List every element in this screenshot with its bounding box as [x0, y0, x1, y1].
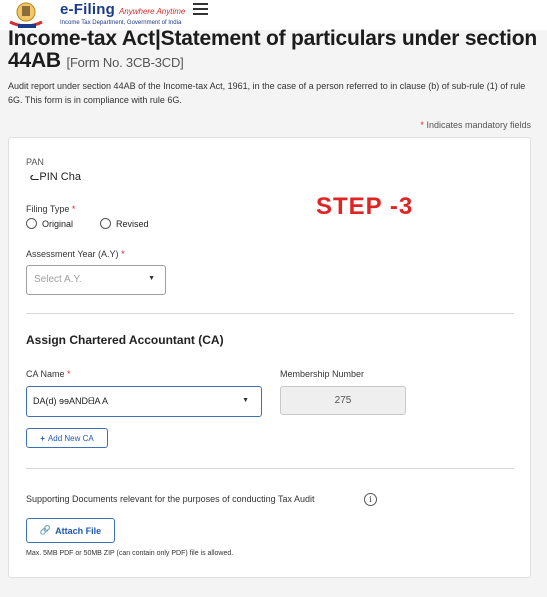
mandatory-star: * — [420, 120, 424, 130]
filing-type-label-text: Filing Type — [26, 204, 70, 214]
add-new-ca-button[interactable]: + Add New CA — [26, 428, 108, 448]
ca-name-select[interactable]: DA(d) ɘɘANDᗺA A ▼ — [26, 386, 262, 417]
pan-value: ᓚPIN Cha — [30, 171, 81, 183]
assessment-year-select[interactable]: Select A.Y. ▼ — [26, 265, 166, 295]
membership-number-field[interactable]: 275 — [280, 386, 406, 415]
assessment-year-label: Assessment Year (A.Y) * — [26, 249, 125, 259]
radio-original[interactable]: Original — [26, 218, 73, 229]
supporting-docs-label: Supporting Documents relevant for the pu… — [26, 494, 315, 504]
page-title: Income-tax Act|Statement of particulars … — [8, 28, 543, 74]
emblem-logo-icon[interactable] — [8, 0, 60, 30]
pan-label: PAN — [26, 157, 44, 167]
plus-icon: + — [40, 433, 45, 443]
radio-revised[interactable]: Revised — [100, 218, 149, 229]
filing-type-label: Filing Type * — [26, 204, 75, 214]
assessment-year-placeholder: Select A.Y. — [34, 274, 82, 285]
membership-number-label: Membership Number — [280, 369, 365, 379]
brand-department: Income Tax Department, Government of Ind… — [60, 20, 182, 26]
radio-circle-icon[interactable] — [26, 218, 37, 229]
required-star: * — [71, 204, 76, 214]
brand-tagline: Anywhere Anytime — [118, 7, 186, 16]
form-number: [Form No. 3CB-3CD] — [66, 55, 184, 70]
caret-down-icon: ▼ — [148, 275, 155, 282]
attach-file-label: Attach File — [55, 525, 102, 536]
required-star: * — [121, 249, 125, 259]
required-star: * — [67, 369, 71, 379]
step-overlay-text: STEP -3 — [316, 193, 414, 220]
radio-original-label: Original — [42, 218, 74, 229]
section-divider — [26, 313, 514, 314]
section-divider — [26, 468, 514, 469]
ca-section-title: Assign Chartered Accountant (CA) — [26, 333, 224, 347]
radio-revised-label: Revised — [116, 218, 149, 229]
info-icon[interactable]: i — [364, 493, 377, 506]
ca-name-label: CA Name * — [26, 369, 71, 379]
hamburger-menu-icon[interactable] — [193, 3, 208, 15]
paperclip-icon: 🔗 — [39, 525, 52, 535]
add-new-ca-label: Add New CA — [47, 433, 94, 443]
ca-name-label-text: CA Name — [26, 369, 65, 379]
assessment-year-label-text: Assessment Year (A.Y) — [26, 249, 119, 259]
page-description: Audit report under section 44AB of the I… — [8, 81, 526, 105]
radio-circle-icon[interactable] — [100, 218, 111, 229]
brand-name: e-Filing — [60, 1, 115, 18]
caret-down-icon: ▼ — [242, 397, 249, 404]
mandatory-note: * Indicates mandatory fields — [420, 120, 531, 130]
top-bar: e-Filing Anywhere Anytime Income Tax Depa… — [0, 0, 547, 30]
mandatory-text: Indicates mandatory fields — [426, 120, 531, 130]
brand-block: e-Filing Anywhere Anytime Income Tax Depa… — [60, 1, 185, 26]
ca-name-value: DA(d) ɘɘANDᗺA A — [33, 396, 109, 406]
file-size-hint: Max. 5MB PDF or 50MB ZIP (can contain on… — [26, 550, 234, 557]
form-card: PAN ᓚPIN Cha Filing Type * Original Revi… — [8, 137, 531, 578]
attach-file-button[interactable]: 🔗 Attach File — [26, 518, 115, 543]
